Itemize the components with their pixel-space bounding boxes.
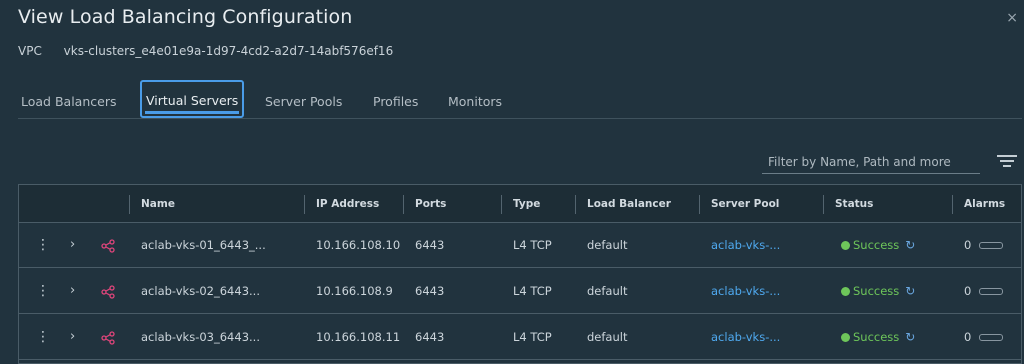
success-dot-icon	[841, 241, 850, 250]
status-cell: Success ↻	[841, 314, 915, 359]
cell-ports: 6443	[415, 284, 445, 298]
alarms-count: 0	[964, 330, 972, 344]
tab-monitors[interactable]: Monitors	[448, 82, 502, 118]
virtual-server-icon	[101, 268, 115, 313]
vpc-label: VPC	[18, 44, 42, 58]
success-dot-icon	[841, 287, 850, 296]
row-actions-icon[interactable]: ⋮	[36, 314, 50, 359]
filter-icon[interactable]	[996, 155, 1018, 169]
status-text: Success	[853, 238, 900, 252]
expand-chevron-icon[interactable]: ›	[70, 222, 75, 267]
cell-type: L4 TCP	[513, 284, 552, 298]
tab-virtual-servers-label: Virtual Servers	[146, 93, 239, 108]
virtual-server-icon	[101, 222, 115, 267]
row-actions-icon[interactable]: ⋮	[36, 268, 50, 313]
header-ip-address[interactable]: IP Address	[316, 185, 379, 222]
table-row[interactable]: ⋮ › aclab-vks-03_6443... 10.166.108.11 6…	[19, 314, 1021, 360]
dialog-title: View Load Balancing Configuration	[18, 6, 353, 28]
table-header: Name IP Address Ports Type Load Balancer…	[19, 185, 1021, 223]
header-load-balancer[interactable]: Load Balancer	[587, 185, 671, 222]
cell-name: aclab-vks-02_6443...	[141, 284, 260, 298]
cell-name: aclab-vks-01_6443_...	[141, 238, 266, 252]
server-pool-link[interactable]: aclab-vks-...	[711, 268, 780, 313]
cell-type: L4 TCP	[513, 330, 552, 344]
alarms-cell: 0	[964, 314, 1004, 359]
refresh-icon[interactable]: ↻	[905, 284, 915, 298]
alarms-count: 0	[964, 238, 972, 252]
refresh-icon[interactable]: ↻	[905, 330, 915, 344]
status-text: Success	[853, 284, 900, 298]
cell-ports: 6443	[415, 330, 445, 344]
alarm-bar-icon	[979, 242, 1004, 249]
alarms-cell: 0	[964, 222, 1004, 267]
status-cell: Success ↻	[841, 268, 915, 313]
cell-load-balancer: default	[587, 330, 628, 344]
status-text: Success	[853, 330, 900, 344]
alarm-bar-icon	[979, 288, 1004, 295]
header-type[interactable]: Type	[513, 185, 540, 222]
table-row[interactable]: ⋮ › aclab-vks-02_6443... 10.166.108.9 64…	[19, 268, 1021, 314]
tab-virtual-servers[interactable]: Virtual Servers	[140, 80, 245, 118]
header-alarms[interactable]: Alarms	[964, 185, 1005, 222]
cell-type: L4 TCP	[513, 238, 552, 252]
cell-name: aclab-vks-03_6443...	[141, 330, 260, 344]
alarms-cell: 0	[964, 268, 1004, 313]
close-icon[interactable]: ×	[1006, 10, 1018, 26]
tab-profiles[interactable]: Profiles	[373, 82, 418, 118]
refresh-icon[interactable]: ↻	[905, 238, 915, 252]
expand-chevron-icon[interactable]: ›	[70, 268, 75, 313]
tab-bar: Load Balancers Virtual Servers Server Po…	[18, 80, 1022, 119]
status-cell: Success ↻	[841, 222, 915, 267]
tab-server-pools[interactable]: Server Pools	[265, 82, 342, 118]
table-row[interactable]: ⋮ › aclab-vks-01_6443_... 10.166.108.10 …	[19, 222, 1021, 268]
cell-ports: 6443	[415, 238, 445, 252]
server-pool-link[interactable]: aclab-vks-...	[711, 222, 780, 267]
cell-ip-address: 10.166.108.10	[316, 238, 401, 252]
cell-load-balancer: default	[587, 284, 628, 298]
tab-load-balancers[interactable]: Load Balancers	[21, 82, 116, 118]
success-dot-icon	[841, 333, 850, 342]
vpc-value: vks-clusters_e4e01e9a-1d97-4cd2-a2d7-14a…	[63, 44, 394, 58]
virtual-server-icon	[101, 314, 115, 359]
alarms-count: 0	[964, 284, 972, 298]
cell-ip-address: 10.166.108.11	[316, 330, 401, 344]
row-actions-icon[interactable]: ⋮	[36, 222, 50, 267]
expand-chevron-icon[interactable]: ›	[70, 314, 75, 359]
filter-input[interactable]: Filter by Name, Path and more	[762, 150, 980, 174]
vpc-info: VPC vks-clusters_e4e01e9a-1d97-4cd2-a2d7…	[18, 44, 393, 58]
header-name[interactable]: Name	[141, 185, 175, 222]
virtual-servers-table: Name IP Address Ports Type Load Balancer…	[18, 184, 1022, 364]
header-server-pool[interactable]: Server Pool	[711, 185, 779, 222]
alarm-bar-icon	[979, 334, 1004, 341]
cell-load-balancer: default	[587, 238, 628, 252]
active-tab-indicator	[145, 111, 240, 114]
header-status[interactable]: Status	[835, 185, 873, 222]
header-ports[interactable]: Ports	[415, 185, 446, 222]
server-pool-link[interactable]: aclab-vks-...	[711, 314, 780, 359]
cell-ip-address: 10.166.108.9	[316, 284, 393, 298]
